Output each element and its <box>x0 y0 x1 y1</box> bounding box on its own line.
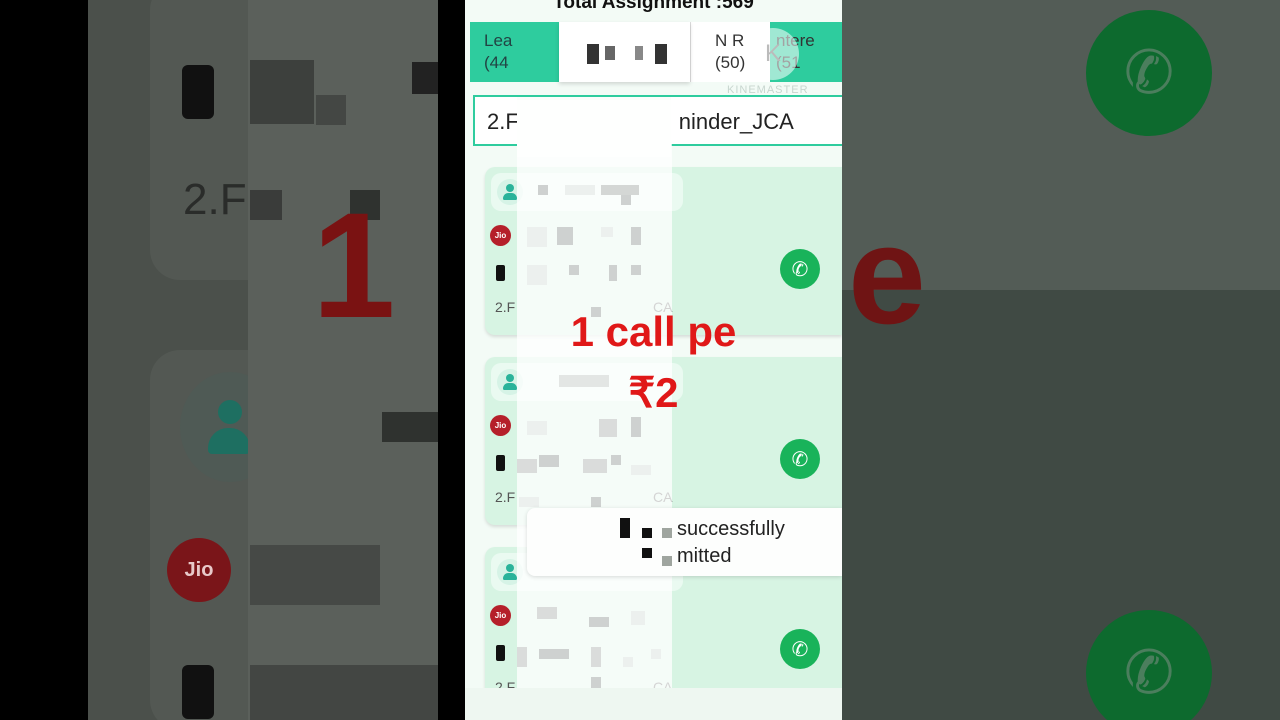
call-button[interactable]: ✆ <box>780 249 820 289</box>
background-overlay-1: 1 <box>312 181 396 349</box>
background-overlay-e: e <box>848 196 926 353</box>
jio-icon: Jio <box>490 605 511 626</box>
call-button[interactable]: ✆ <box>780 629 820 669</box>
call-icon: ✆ <box>791 638 809 661</box>
background-left: 2.F Jio 1 <box>0 0 465 720</box>
phone-icon <box>496 265 505 281</box>
person-icon <box>218 400 242 424</box>
call-icon: ✆ <box>791 448 809 471</box>
tab-leads[interactable]: Lea (44 <box>470 22 559 82</box>
phone-icon <box>182 665 214 719</box>
call-icon: ✆ <box>1086 10 1212 136</box>
toast-message: successfully mitted <box>527 508 842 576</box>
background-right: ✆ e ✆ <box>842 0 1280 720</box>
bottom-bar <box>465 688 842 720</box>
jio-icon: Jio <box>490 225 511 246</box>
watermark-logo: K <box>747 28 799 80</box>
total-assignment: Total Assignment :569 <box>553 0 754 13</box>
call-icon: ✆ <box>1086 610 1212 720</box>
call-button[interactable]: ✆ <box>780 439 820 479</box>
call-icon: ✆ <box>791 258 809 281</box>
phone-screen: Total Assignment :569 Lea (44 N R (50) n… <box>465 0 842 720</box>
phone-icon <box>496 645 505 661</box>
tab-selected[interactable] <box>559 22 690 82</box>
overlay-caption: 1 call pe <box>570 308 737 355</box>
jio-icon: Jio <box>490 415 511 436</box>
background-text: 2.F <box>183 175 247 224</box>
jio-icon: Jio <box>167 538 231 602</box>
phone-icon <box>182 65 214 119</box>
overlay-price: ₹2 <box>628 369 679 416</box>
phone-icon <box>496 455 505 471</box>
